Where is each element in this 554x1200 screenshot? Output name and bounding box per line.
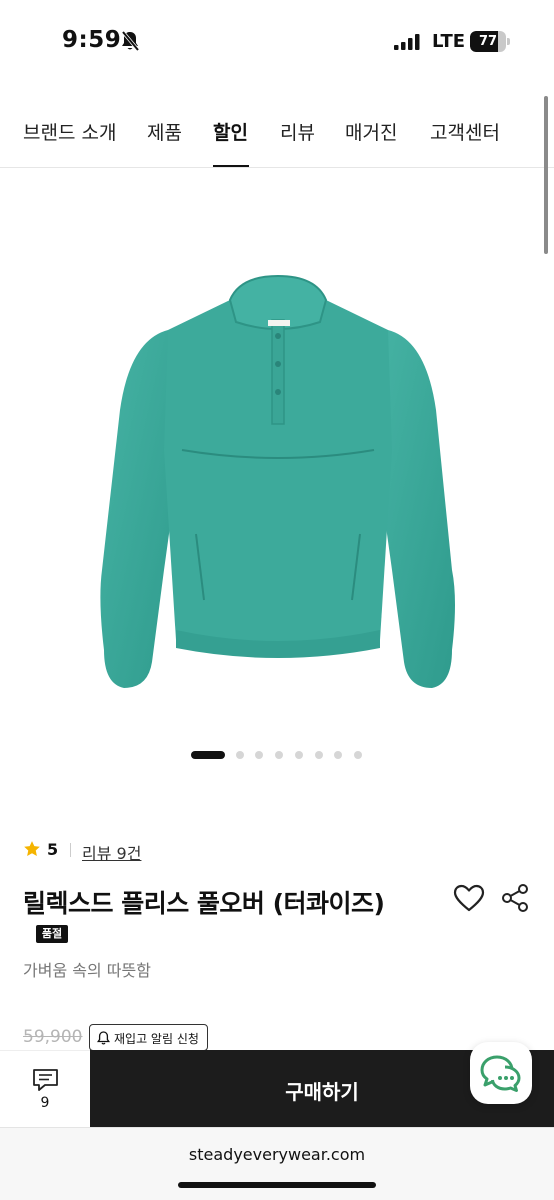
scrollbar[interactable] <box>544 96 548 254</box>
comment-button[interactable]: 9 <box>0 1050 90 1127</box>
product-subtitle: 가벼움 속의 따뜻함 <box>23 961 151 980</box>
product-title: 릴렉스드 플리스 풀오버 (터콰이즈) <box>23 889 385 918</box>
sold-out-badge: 품절 <box>36 925 68 943</box>
active-tab-indicator <box>213 165 249 167</box>
comment-icon <box>33 1069 58 1091</box>
carousel-dot[interactable] <box>354 751 362 759</box>
carousel-dot-active[interactable] <box>191 751 225 759</box>
carousel-dot[interactable] <box>315 751 323 759</box>
bell-icon <box>97 1031 110 1045</box>
tab-brand-intro[interactable]: 브랜드 소개 <box>23 118 116 145</box>
product-image[interactable] <box>90 270 466 700</box>
bell-muted-icon <box>121 30 140 52</box>
restock-alert-label: 재입고 알림 신청 <box>114 1032 199 1046</box>
status-bar: 9:59 LTE 77 <box>0 0 554 84</box>
status-time: 9:59 <box>62 27 122 53</box>
review-count-link[interactable]: 리뷰 9건 <box>82 840 141 864</box>
tab-magazine[interactable]: 매거진 <box>345 118 397 145</box>
tab-sale[interactable]: 할인 <box>213 118 248 145</box>
tab-reviews[interactable]: 리뷰 <box>280 118 315 145</box>
heart-icon[interactable] <box>453 884 485 912</box>
carousel-dot[interactable] <box>295 751 303 759</box>
share-icon[interactable] <box>501 883 529 913</box>
carousel-dot[interactable] <box>334 751 342 759</box>
chat-button[interactable] <box>470 1042 532 1104</box>
battery-level: 77 <box>478 34 498 49</box>
original-price: 59,900 <box>23 1027 83 1047</box>
comment-count: 9 <box>40 1095 50 1111</box>
home-indicator[interactable] <box>178 1182 376 1188</box>
carousel-dot[interactable] <box>275 751 283 759</box>
tab-products[interactable]: 제품 <box>147 118 182 145</box>
rating-value: 5 <box>47 840 59 859</box>
nav-tabs: 브랜드 소개 제품 할인 리뷰 매거진 고객센터 <box>0 96 554 168</box>
battery-indicator: 77 <box>470 31 510 52</box>
url-text[interactable]: steadyeverywear.com <box>0 1145 554 1164</box>
star-icon <box>24 841 40 856</box>
divider <box>70 843 71 857</box>
chat-icon <box>480 1055 521 1092</box>
network-label: LTE <box>432 31 466 52</box>
carousel-dot[interactable] <box>255 751 263 759</box>
tab-customer-center[interactable]: 고객센터 <box>430 118 500 145</box>
carousel-dot[interactable] <box>236 751 244 759</box>
restock-alert-button[interactable]: 재입고 알림 신청 <box>89 1024 208 1051</box>
browser-url-bar: steadyeverywear.com <box>0 1127 554 1200</box>
signal-icon <box>394 34 420 50</box>
